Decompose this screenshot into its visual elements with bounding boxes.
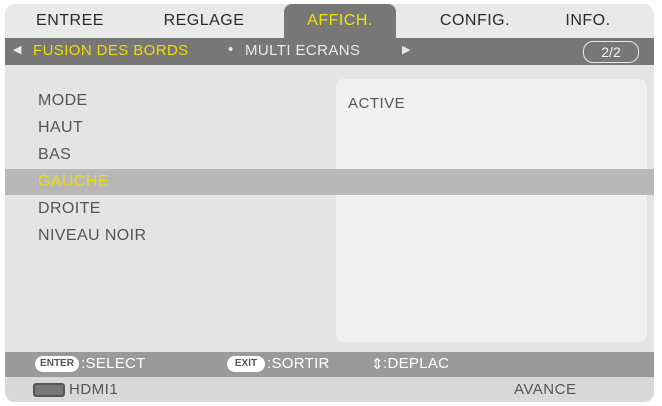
menu-item-mode[interactable]: MODE bbox=[5, 88, 654, 114]
right-arrow-icon[interactable]: ▶ bbox=[402, 43, 410, 56]
menu-item-label: MODE bbox=[38, 92, 88, 109]
tab-bar: ENTREE REGLAGE AFFICH. CONFIG. INFO. bbox=[5, 4, 654, 38]
input-source: HDMI1 bbox=[69, 381, 119, 398]
updown-arrow-icon: ⇕ bbox=[371, 356, 384, 373]
page-indicator: 2/2 bbox=[583, 41, 639, 63]
enter-key-icon: ENTER bbox=[35, 356, 79, 372]
subpage-bar: ◀ FUSION DES BORDS • MULTI ECRANS ▶ 2/2 bbox=[5, 38, 654, 65]
subpage-fusion-des-bords[interactable]: FUSION DES BORDS bbox=[33, 42, 189, 59]
menu-item-label: NIVEAU NOIR bbox=[38, 227, 147, 244]
move-help-text: :DEPLAC bbox=[383, 355, 450, 372]
menu-item-label: BAS bbox=[38, 146, 72, 163]
left-arrow-icon[interactable]: ◀ bbox=[13, 43, 21, 56]
exit-key-icon: EXIT bbox=[227, 356, 265, 372]
tab-affich[interactable]: AFFICH. bbox=[284, 4, 396, 38]
tab-config[interactable]: CONFIG. bbox=[427, 4, 523, 38]
menu-mode: AVANCE bbox=[514, 381, 577, 398]
menu-item-gauche[interactable]: GAUCHE bbox=[5, 169, 654, 195]
help-bar: ENTER :SELECT EXIT :SORTIR ⇕ :DEPLAC bbox=[5, 352, 654, 377]
tab-entree[interactable]: ENTREE bbox=[27, 4, 113, 38]
menu-item-label: HAUT bbox=[38, 119, 84, 136]
separator-dot: • bbox=[228, 41, 234, 58]
menu-content: ACTIVE MODE HAUT BAS GAUCHE DROITE NIVEA… bbox=[5, 65, 654, 352]
menu-item-label: DROITE bbox=[38, 200, 101, 217]
exit-help-text: :SORTIR bbox=[267, 355, 330, 372]
hdmi-icon bbox=[33, 383, 65, 397]
enter-help-text: :SELECT bbox=[81, 355, 146, 372]
menu-item-niveau-noir[interactable]: NIVEAU NOIR bbox=[5, 223, 654, 249]
menu-item-haut[interactable]: HAUT bbox=[5, 115, 654, 141]
osd-menu: ENTREE REGLAGE AFFICH. CONFIG. INFO. ◀ F… bbox=[5, 4, 654, 402]
subpage-multi-ecrans[interactable]: MULTI ECRANS bbox=[245, 42, 360, 59]
tab-reglage[interactable]: REGLAGE bbox=[155, 4, 253, 38]
menu-item-label: GAUCHE bbox=[38, 173, 109, 190]
menu-item-droite[interactable]: DROITE bbox=[5, 196, 654, 222]
status-bar: HDMI1 AVANCE bbox=[5, 377, 654, 402]
tab-info[interactable]: INFO. bbox=[553, 4, 623, 38]
menu-item-bas[interactable]: BAS bbox=[5, 142, 654, 168]
